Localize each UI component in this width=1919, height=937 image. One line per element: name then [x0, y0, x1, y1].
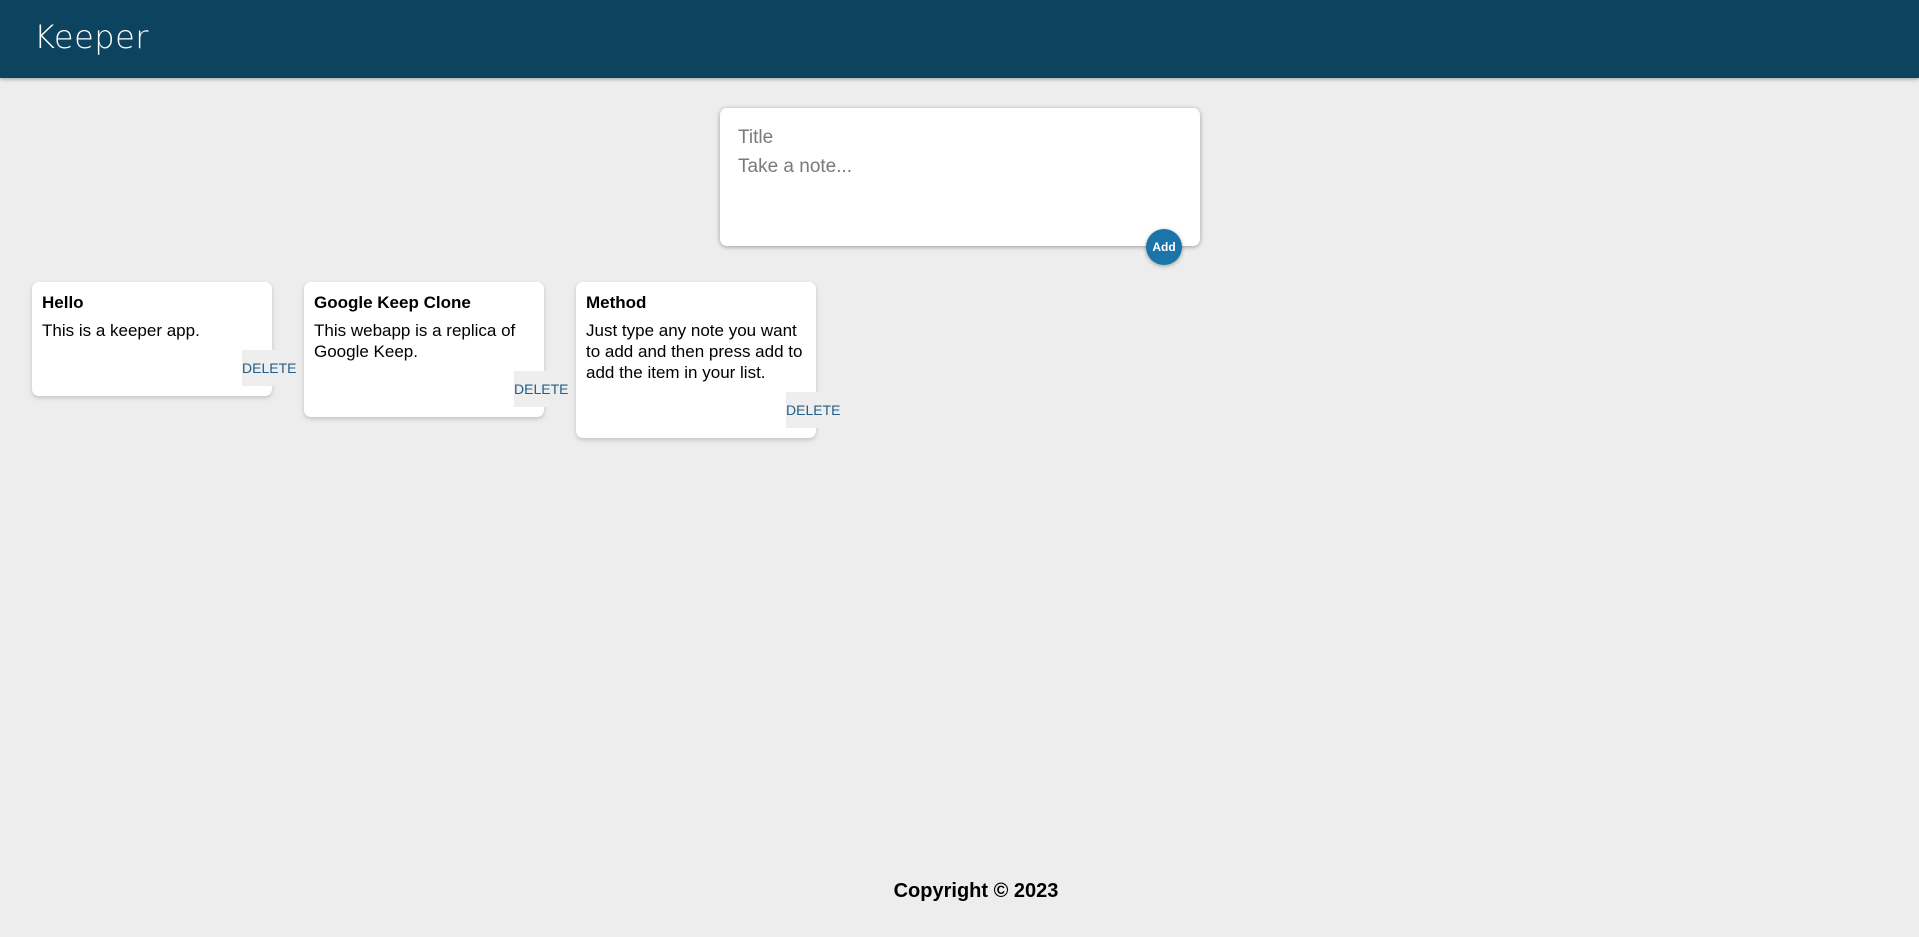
note-card: Hello This is a keeper app. DELETE — [32, 282, 296, 396]
delete-note-button[interactable]: DELETE — [242, 350, 296, 386]
note-content-textarea[interactable] — [738, 156, 1178, 226]
note-card: Google Keep Clone This webapp is a repli… — [304, 282, 568, 417]
app-header: Keeper — [0, 0, 1919, 78]
note-card: Method Just type any note you want to ad… — [576, 282, 840, 438]
note-title: Method — [586, 293, 647, 312]
note-content: This webapp is a replica of Google Keep. — [314, 321, 516, 361]
delete-note-button[interactable]: DELETE — [514, 371, 568, 407]
delete-button-label: DELETE — [786, 402, 841, 418]
note-title: Google Keep Clone — [314, 293, 471, 312]
note-title: Hello — [42, 293, 84, 312]
note-title-input[interactable] — [738, 125, 1178, 151]
delete-note-button[interactable]: DELETE — [786, 392, 840, 428]
app-logo: Keeper — [34, 18, 149, 56]
footer-copyright: Copyright © 2023 — [893, 880, 1059, 902]
create-note-form — [720, 108, 1200, 246]
note-content: Just type any note you want to add and t… — [586, 321, 803, 382]
add-note-button[interactable]: Add — [1146, 229, 1182, 265]
note-content: This is a keeper app. — [42, 321, 200, 340]
delete-button-label: DELETE — [514, 381, 569, 397]
delete-button-label: DELETE — [242, 360, 297, 376]
